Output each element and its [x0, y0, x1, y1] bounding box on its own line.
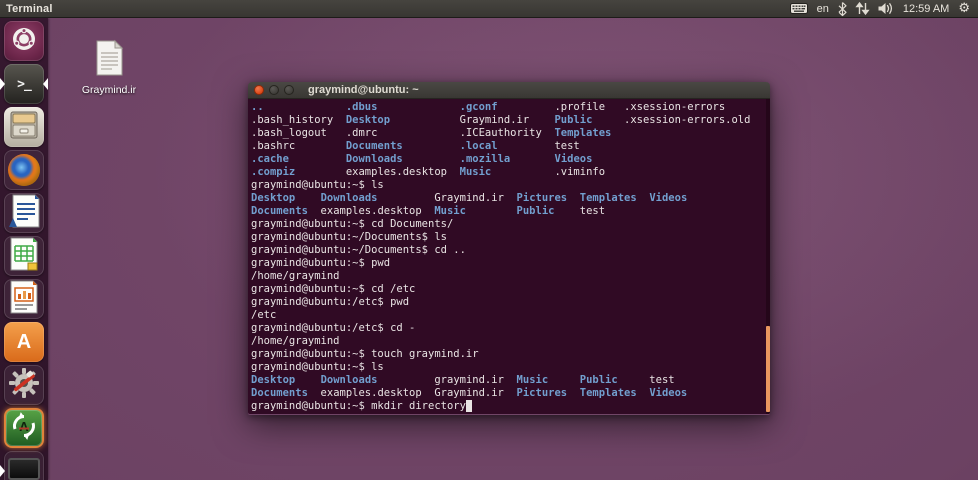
launcher-item-libreoffice-calc[interactable] — [4, 236, 44, 276]
terminal-line: graymind@ubuntu:~/Documents$ ls — [251, 231, 447, 243]
window-title: graymind@ubuntu: ~ — [308, 84, 419, 96]
gear-wrench-icon — [8, 367, 40, 404]
keyboard-layout-label[interactable]: en — [817, 3, 829, 15]
terminal-line: graymind@ubuntu:~$ mkdir directory — [251, 400, 770, 413]
launcher-item-software-center[interactable]: A — [4, 322, 44, 362]
desktop-file-label: Graymind.ir — [81, 84, 137, 96]
display-monitor-icon — [8, 457, 40, 480]
svg-text:A: A — [19, 419, 29, 434]
launcher-item-dash-home[interactable] — [4, 21, 44, 61]
launcher-item-libreoffice-writer[interactable] — [4, 193, 44, 233]
running-indicator-arrow — [0, 78, 5, 90]
file-cabinet-icon — [9, 110, 39, 145]
minimize-button[interactable] — [269, 85, 279, 95]
terminal-line: /home/graymind — [251, 335, 340, 347]
terminal-line: graymind@ubuntu:~$ cd Documents/ — [251, 218, 454, 230]
terminal-scrollbar[interactable] — [766, 99, 770, 414]
terminal-line: Documents examples.desktop Graymind.ir P… — [251, 387, 688, 399]
active-app-menu-label[interactable]: Terminal — [6, 3, 53, 15]
terminal-prompt-icon: >_ — [17, 76, 32, 92]
launcher-item-libreoffice-impress[interactable] — [4, 279, 44, 319]
ubuntu-desktop: Terminal en 12:59 AM ⚙ >_ A A Graymind.i… — [0, 0, 978, 480]
firefox-icon — [8, 154, 40, 186]
software-center-icon: A — [16, 330, 32, 353]
terminal-line: /etc — [251, 309, 277, 321]
launcher-item-system-settings[interactable] — [4, 365, 44, 405]
terminal-window: graymind@ubuntu: ~ .. .dbus .gconf .prof… — [248, 82, 770, 415]
writer-document-icon — [8, 194, 40, 233]
terminal-line: graymind@ubuntu:~$ cd /etc — [251, 283, 416, 295]
close-button[interactable] — [254, 85, 264, 95]
clock-label[interactable]: 12:59 AM — [903, 3, 949, 15]
system-tray: en 12:59 AM ⚙ — [789, 1, 970, 16]
terminal-line: /home/graymind — [251, 270, 340, 282]
desktop-file-graymind[interactable]: Graymind.ir — [76, 39, 142, 96]
update-arrows-icon: A — [9, 411, 39, 446]
terminal-line: graymind@ubuntu:~/Documents$ cd .. — [251, 244, 466, 256]
network-updown-icon[interactable] — [855, 1, 870, 16]
terminal-line: .. .dbus .gconf .profile .xsession-error… — [251, 101, 726, 113]
bluetooth-icon[interactable] — [838, 1, 847, 16]
terminal-line: graymind@ubuntu:~$ ls — [251, 179, 384, 191]
terminal-output: .. .dbus .gconf .profile .xsession-error… — [251, 101, 770, 413]
calc-spreadsheet-icon — [8, 237, 40, 276]
terminal-line: .bash_history Desktop Graymind.ir Public… — [251, 114, 751, 126]
terminal-line: graymind@ubuntu:~$ touch graymind.ir — [251, 348, 479, 360]
terminal-line: graymind@ubuntu:~$ pwd — [251, 257, 391, 269]
terminal-line: Desktop Downloads graymind.ir Music Publ… — [251, 374, 675, 386]
terminal-line: Documents examples.desktop Music Public … — [251, 205, 606, 217]
terminal-scrollbar-thumb[interactable] — [766, 325, 770, 413]
terminal-body[interactable]: .. .dbus .gconf .profile .xsession-error… — [248, 99, 770, 414]
session-gear-icon[interactable]: ⚙ — [958, 2, 970, 15]
terminal-line: Desktop Downloads Graymind.ir Pictures T… — [251, 192, 688, 204]
volume-icon[interactable] — [878, 2, 894, 15]
unity-launcher: >_ A A — [0, 18, 48, 480]
terminal-line: .bash_logout .dmrc .ICEauthority Templat… — [251, 127, 612, 139]
terminal-line: .cache Downloads .mozilla Videos — [251, 153, 593, 165]
launcher-item-workspace-display[interactable] — [0, 451, 44, 480]
maximize-button[interactable] — [284, 85, 294, 95]
keyboard-indicator-icon[interactable] — [789, 3, 808, 14]
launcher-item-terminal[interactable]: >_ — [0, 64, 48, 104]
ubuntu-logo-icon — [11, 26, 37, 57]
terminal-line: graymind@ubuntu:~$ ls — [251, 361, 384, 373]
launcher-item-firefox[interactable] — [4, 150, 44, 190]
impress-presentation-icon — [8, 280, 40, 319]
top-panel: Terminal en 12:59 AM ⚙ — [0, 0, 978, 18]
terminal-line: graymind@ubuntu:/etc$ pwd — [251, 296, 410, 308]
text-file-icon — [94, 39, 124, 80]
terminal-titlebar[interactable]: graymind@ubuntu: ~ — [248, 82, 770, 99]
terminal-line: .compiz examples.desktop Music .viminfo — [251, 166, 606, 178]
terminal-line: graymind@ubuntu:/etc$ cd - — [251, 322, 416, 334]
focused-indicator-arrow — [43, 78, 48, 90]
running-indicator-arrow — [0, 465, 5, 477]
launcher-item-file-manager[interactable] — [4, 107, 44, 147]
launcher-item-software-updater[interactable]: A — [4, 408, 44, 448]
terminal-line: .bashrc Documents .local test — [251, 140, 580, 152]
